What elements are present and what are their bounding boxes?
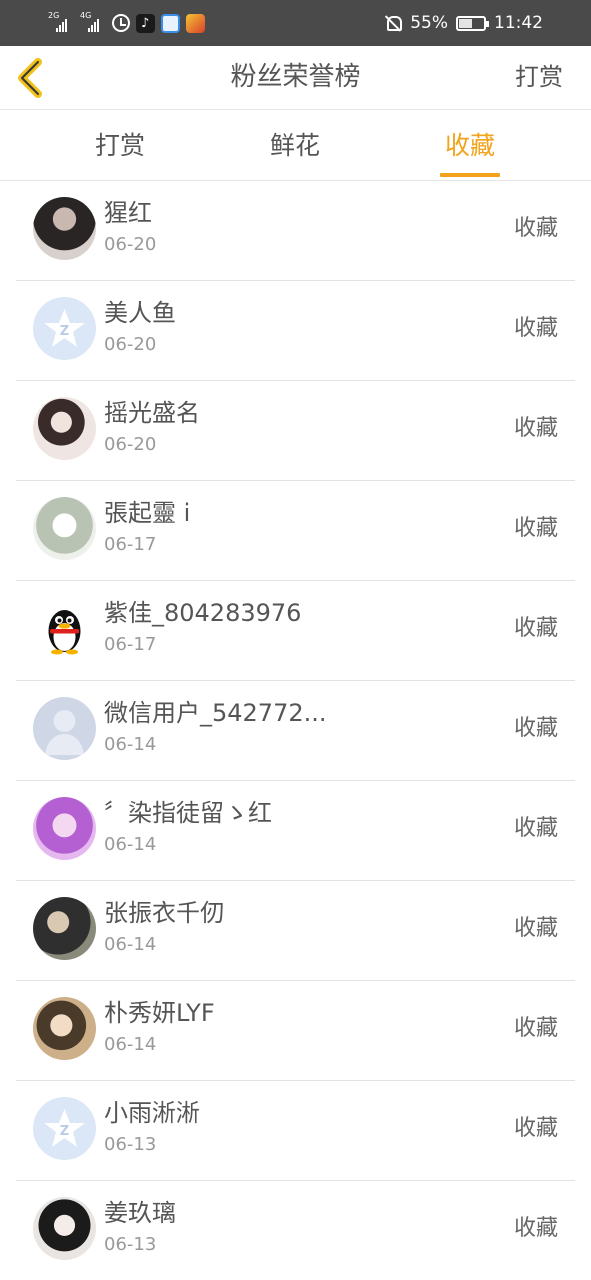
item-date: 06-13 bbox=[104, 1134, 157, 1155]
list-item[interactable]: 朴秀妍LYF 06-14 收藏 bbox=[16, 981, 575, 1081]
item-action-label: 收藏 bbox=[513, 416, 558, 441]
status-bar-left: 2G 4G bbox=[48, 10, 205, 36]
list-item[interactable]: Z 美人鱼 06-20 收藏 bbox=[16, 281, 575, 381]
item-action-label: 收藏 bbox=[513, 1016, 558, 1041]
item-date: 06-14 bbox=[104, 934, 157, 955]
fan-list: 猩红 06-20 收藏 Z 美人鱼 06-20 收藏 摇光盛名 06-20 收藏… bbox=[0, 181, 591, 1280]
signal-icon: 2G bbox=[48, 12, 74, 34]
avatar bbox=[33, 697, 96, 760]
item-action-label: 收藏 bbox=[513, 516, 558, 541]
item-action-label: 收藏 bbox=[513, 816, 558, 841]
item-date: 06-20 bbox=[104, 334, 157, 355]
user-name: 张振衣千仞 bbox=[104, 899, 224, 927]
list-item[interactable]: 摇光盛名 06-20 收藏 bbox=[16, 381, 575, 481]
avatar bbox=[33, 897, 96, 960]
list-item[interactable]: 張起靈 i 06-17 收藏 bbox=[16, 481, 575, 581]
alarm-icon bbox=[112, 14, 130, 32]
active-tab-indicator bbox=[440, 173, 500, 177]
tab-label: 鲜花 bbox=[269, 131, 320, 160]
battery-icon bbox=[456, 15, 489, 31]
item-date: 06-17 bbox=[104, 534, 157, 555]
avatar bbox=[33, 597, 96, 660]
battery-percent: 55% bbox=[410, 13, 448, 33]
user-name: 紫佳_804283976 bbox=[104, 599, 302, 627]
item-action-label: 收藏 bbox=[513, 216, 558, 241]
list-item[interactable]: 微信用户_542772... 06-14 收藏 bbox=[16, 681, 575, 781]
item-action-label: 收藏 bbox=[513, 1216, 558, 1241]
user-name: 〞染指徒留ゝ红 bbox=[104, 799, 272, 827]
item-action-label: 收藏 bbox=[513, 616, 558, 641]
avatar bbox=[33, 497, 96, 560]
user-name: 微信用户_542772... bbox=[104, 699, 327, 727]
status-bar: 2G 4G 55% 11:42 bbox=[0, 0, 591, 46]
user-name: 猩红 bbox=[104, 199, 152, 227]
qq-star-icon: Z bbox=[44, 309, 85, 347]
tab-favorites[interactable]: 收藏 bbox=[440, 111, 500, 181]
item-date: 06-13 bbox=[104, 1234, 157, 1255]
tab-flowers[interactable]: 鲜花 bbox=[245, 111, 345, 181]
reward-button[interactable]: 打赏 bbox=[515, 46, 563, 110]
item-action-label: 收藏 bbox=[513, 716, 558, 741]
item-action-label: 收藏 bbox=[513, 916, 558, 941]
item-action-label: 收藏 bbox=[513, 316, 558, 341]
signal-icon: 4G bbox=[80, 12, 106, 34]
tab-label: 打赏 bbox=[94, 131, 145, 160]
avatar: Z bbox=[33, 1097, 96, 1160]
list-item[interactable]: 姜玖璃 06-13 收藏 bbox=[16, 1181, 575, 1280]
browser-app-icon bbox=[161, 13, 180, 33]
list-item[interactable]: 紫佳_804283976 06-17 收藏 bbox=[16, 581, 575, 681]
avatar bbox=[33, 397, 96, 460]
user-name: 姜玖璃 bbox=[104, 1199, 176, 1227]
user-name: 摇光盛名 bbox=[104, 399, 200, 427]
item-date: 06-20 bbox=[104, 234, 157, 255]
tab-reward[interactable]: 打赏 bbox=[70, 111, 170, 181]
user-name: 小雨淅淅 bbox=[104, 1099, 200, 1127]
tiktok-app-icon bbox=[136, 13, 155, 33]
status-bar-right: 55% 11:42 bbox=[384, 10, 543, 36]
list-item[interactable]: 猩红 06-20 收藏 bbox=[16, 181, 575, 281]
game-app-icon bbox=[186, 13, 205, 33]
qq-star-icon: Z bbox=[44, 1109, 85, 1147]
item-date: 06-14 bbox=[104, 834, 157, 855]
page-title: 粉丝荣誉榜 bbox=[230, 62, 361, 92]
user-name: 美人鱼 bbox=[104, 299, 176, 327]
user-name: 張起靈 i bbox=[104, 499, 191, 527]
clock: 11:42 bbox=[494, 13, 543, 33]
qq-penguin-icon bbox=[48, 610, 81, 655]
item-action-label: 收藏 bbox=[513, 1116, 558, 1141]
tab-bar: 打赏 鲜花 收藏 bbox=[0, 111, 591, 181]
item-date: 06-14 bbox=[104, 734, 157, 755]
svg-text:Z: Z bbox=[60, 324, 69, 339]
list-item[interactable]: 〞染指徒留ゝ红 06-14 收藏 bbox=[16, 781, 575, 881]
avatar bbox=[33, 997, 96, 1060]
bell-off-icon bbox=[384, 14, 403, 32]
list-item[interactable]: Z 小雨淅淅 06-13 收藏 bbox=[16, 1081, 575, 1181]
app-header: 粉丝荣誉榜 打赏 bbox=[0, 46, 591, 110]
svg-text:Z: Z bbox=[60, 1124, 69, 1139]
avatar bbox=[33, 797, 96, 860]
avatar bbox=[33, 197, 96, 260]
list-item[interactable]: 张振衣千仞 06-14 收藏 bbox=[16, 881, 575, 981]
default-user-icon bbox=[45, 710, 84, 755]
avatar bbox=[33, 1197, 96, 1260]
user-name: 朴秀妍LYF bbox=[104, 999, 215, 1027]
item-date: 06-17 bbox=[104, 634, 157, 655]
avatar: Z bbox=[33, 297, 96, 360]
item-date: 06-14 bbox=[104, 1034, 157, 1055]
item-date: 06-20 bbox=[104, 434, 157, 455]
tab-label: 收藏 bbox=[444, 131, 495, 160]
